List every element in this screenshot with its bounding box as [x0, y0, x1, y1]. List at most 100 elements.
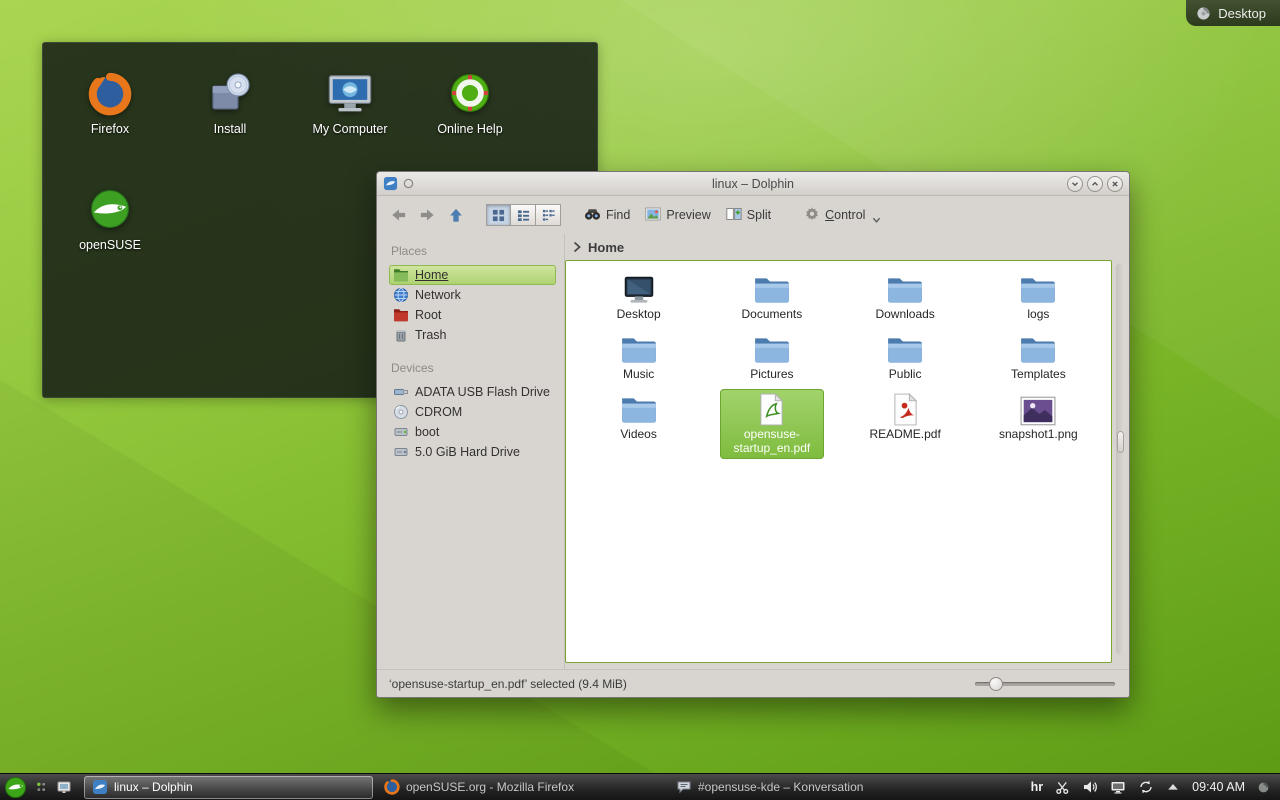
file-label: Downloads: [875, 308, 934, 322]
file-inner: Desktop: [611, 269, 667, 325]
file-label: snapshot1.png: [999, 428, 1078, 442]
icons-view-button[interactable]: [486, 204, 511, 226]
pdf-red-icon: [892, 392, 919, 426]
task-label: #opensuse-kde – Konversation: [698, 780, 863, 794]
desktop-icon-firefox[interactable]: Firefox: [50, 66, 170, 182]
file-label: Music: [623, 368, 654, 382]
file-inner: Pictures: [744, 329, 799, 385]
device-label: 5.0 GiB Hard Drive: [415, 445, 520, 459]
file-item-opensuse-startup-en-pdf[interactable]: opensuse-startup_en.pdf: [705, 389, 838, 449]
places-item-trash[interactable]: Trash: [389, 325, 556, 345]
up-button[interactable]: [443, 202, 469, 228]
back-button[interactable]: [385, 202, 411, 228]
dolphin-app-icon: [383, 176, 398, 191]
chevron-down-icon: [872, 216, 881, 224]
desktop-toolbox[interactable]: Desktop: [1186, 0, 1280, 26]
firefox-icon: [87, 70, 133, 116]
control-button[interactable]: Control: [798, 202, 887, 229]
view-wrap: Desktop Documents Downloads logs Music Pictur…: [565, 260, 1129, 669]
desktop-icon-online-help[interactable]: Online Help: [410, 66, 530, 182]
application-launcher-button[interactable]: [4, 776, 27, 799]
zoom-slider-handle[interactable]: [989, 677, 1003, 691]
file-inner: README.pdf: [863, 389, 946, 445]
dolphin-window: linux – Dolphin: [376, 171, 1130, 698]
details-view-button[interactable]: [511, 204, 536, 226]
file-item-downloads[interactable]: Downloads: [839, 269, 972, 329]
task-opensuse-kde-konversation[interactable]: #opensuse-kde – Konversation: [668, 776, 957, 799]
desktop-icon-my-computer[interactable]: My Computer: [290, 66, 410, 182]
find-button[interactable]: Find: [578, 202, 636, 228]
places-item-home[interactable]: Home: [389, 265, 556, 285]
file-item-music[interactable]: Music: [572, 329, 705, 389]
vertical-scrollbar[interactable]: [1116, 263, 1125, 655]
preview-button[interactable]: Preview: [639, 202, 716, 229]
maximize-button[interactable]: [1087, 176, 1103, 192]
split-button[interactable]: Split: [720, 202, 777, 229]
minimize-button[interactable]: [1067, 176, 1083, 192]
file-inner: logs: [1013, 269, 1063, 325]
zoom-slider[interactable]: [975, 670, 1115, 697]
places-item-root[interactable]: Root: [389, 305, 556, 325]
file-item-pictures[interactable]: Pictures: [705, 329, 838, 389]
desktop-icon-label: Online Help: [437, 122, 502, 136]
desktop-icon-install[interactable]: Install: [170, 66, 290, 182]
file-label: Templates: [1011, 368, 1066, 382]
file-item-snapshot1-png[interactable]: snapshot1.png: [972, 389, 1105, 449]
file-label: Public: [889, 368, 922, 382]
devices-item-boot[interactable]: boot: [389, 422, 556, 442]
panel-cashew-icon[interactable]: [1257, 781, 1270, 794]
file-view[interactable]: Desktop Documents Downloads logs Music Pictur…: [565, 260, 1112, 663]
clock[interactable]: 09:40 AM: [1192, 780, 1245, 794]
folder-icon: [620, 392, 658, 426]
system-tray: hr 09:40 AM: [1031, 779, 1276, 795]
expand-tray-icon[interactable]: [1166, 780, 1180, 794]
device-label: boot: [415, 425, 439, 439]
file-item-desktop[interactable]: Desktop: [572, 269, 705, 329]
task-label: openSUSE.org - Mozilla Firefox: [406, 780, 574, 794]
breadcrumb-current[interactable]: Home: [588, 240, 624, 255]
file-item-documents[interactable]: Documents: [705, 269, 838, 329]
task-opensuse-org-mozilla-firefox[interactable]: openSUSE.org - Mozilla Firefox: [376, 776, 665, 799]
online-help-icon: [447, 70, 493, 116]
task-linux-dolphin[interactable]: linux – Dolphin: [84, 776, 373, 799]
file-item-readme-pdf[interactable]: README.pdf: [839, 389, 972, 449]
titlebar[interactable]: linux – Dolphin: [377, 172, 1129, 196]
compact-view-button[interactable]: [536, 204, 561, 226]
close-button[interactable]: [1107, 176, 1123, 192]
volume-icon[interactable]: [1082, 779, 1098, 795]
devices-list: ADATA USB Flash DriveCDROM boot 5.0 GiB Ha…: [389, 382, 556, 462]
activity-pager[interactable]: [35, 780, 47, 795]
network-sync-icon[interactable]: [1138, 779, 1154, 795]
folder-red-icon: [393, 308, 409, 322]
monitor-icon: [620, 272, 658, 306]
devices-item-adata-usb-flash-drive[interactable]: ADATA USB Flash Drive: [389, 382, 556, 402]
keyboard-layout-indicator[interactable]: hr: [1031, 780, 1044, 794]
file-item-templates[interactable]: Templates: [972, 329, 1105, 389]
window-content: Places HomeNetworkRootTrash Devices ADAT…: [377, 234, 1129, 669]
cdrom-icon: [393, 404, 409, 420]
file-item-logs[interactable]: logs: [972, 269, 1105, 329]
opensuse-icon: [87, 186, 133, 232]
window-menu-icon[interactable]: [403, 178, 414, 189]
display-notifier-icon[interactable]: [1110, 779, 1126, 795]
show-desktop-button[interactable]: [56, 779, 72, 795]
scrollbar-thumb[interactable]: [1117, 431, 1124, 453]
file-item-public[interactable]: Public: [839, 329, 972, 389]
devices-item-cdrom[interactable]: CDROM: [389, 402, 556, 422]
preview-label: Preview: [666, 208, 710, 222]
klipper-scissors-icon[interactable]: [1055, 780, 1070, 795]
file-inner: Public: [880, 329, 930, 385]
devices-item-5-0-gib-hard-drive[interactable]: 5.0 GiB Hard Drive: [389, 442, 556, 462]
file-label: README.pdf: [869, 428, 940, 442]
breadcrumb[interactable]: Home: [565, 234, 1129, 260]
file-item-videos[interactable]: Videos: [572, 389, 705, 449]
place-label: Root: [415, 308, 441, 322]
desktop-icon-opensuse[interactable]: openSUSE: [50, 182, 170, 298]
usb-icon: [393, 384, 409, 400]
file-inner: Videos: [614, 389, 664, 445]
forward-button[interactable]: [414, 202, 440, 228]
image-icon: [1020, 392, 1056, 426]
file-label: Documents: [742, 308, 803, 322]
trash-icon: [393, 327, 409, 343]
places-item-network[interactable]: Network: [389, 285, 556, 305]
